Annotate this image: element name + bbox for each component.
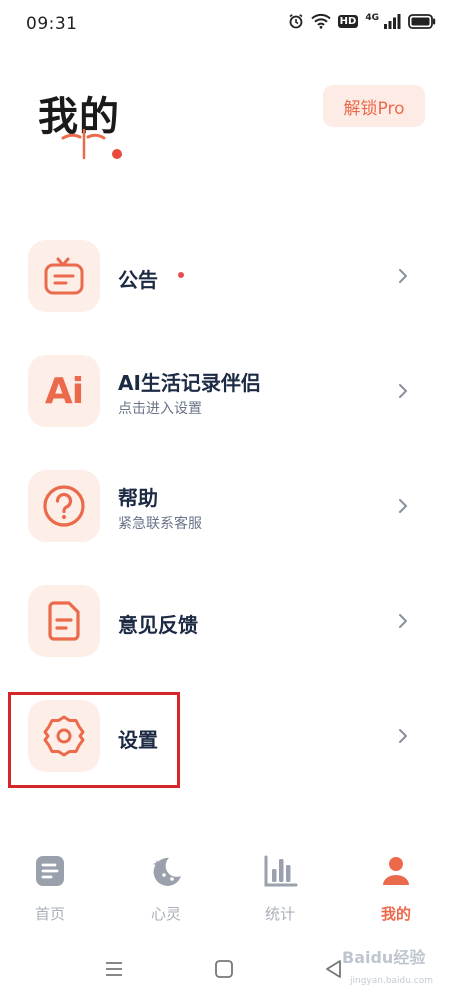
watermark-text: Baidu经验 — [342, 948, 426, 967]
moon-stars-icon — [150, 855, 182, 887]
menu-item-help[interactable]: 帮助 紧急联系客服 — [0, 462, 462, 552]
tab-label: 首页 — [34, 905, 65, 923]
menu-label: 意见反馈 — [118, 613, 198, 637]
status-time: 09:31 — [26, 14, 78, 34]
menu-label: AI生活记录伴侣 — [118, 371, 261, 395]
ai-icon-text: Ai — [44, 370, 84, 412]
tab-label: 心灵 — [150, 905, 181, 923]
battery-icon — [408, 13, 436, 29]
wifi-icon — [310, 13, 331, 29]
home-square-icon[interactable] — [214, 959, 234, 983]
watermark-subtext: jingyan.baidu.com — [350, 976, 434, 986]
ai-icon: Ai — [28, 355, 100, 427]
menu-item-announcement[interactable]: 公告 — [0, 232, 462, 322]
chevron-right-icon — [398, 498, 408, 518]
tab-statistics[interactable]: 统计 — [240, 845, 320, 925]
status-bar: 09:31 HD 4G — [0, 0, 462, 48]
unlock-pro-button[interactable]: 解锁Pro — [323, 85, 425, 127]
home-document-icon — [34, 855, 66, 887]
menu-label: 公告 — [118, 268, 158, 292]
chevron-right-icon — [398, 268, 408, 288]
chevron-right-icon — [398, 383, 408, 403]
cellular-signal-icon — [383, 13, 401, 29]
feedback-icon — [28, 585, 100, 657]
tab-mine[interactable]: 我的 — [356, 845, 436, 925]
title-decoration-icon — [60, 128, 130, 166]
tab-label: 我的 — [380, 905, 411, 923]
chevron-right-icon — [398, 613, 408, 633]
announcement-icon — [28, 240, 100, 312]
bottom-nav: 首页 心灵 统计 我的 — [0, 845, 462, 925]
back-triangle-icon[interactable] — [324, 959, 344, 983]
tab-label: 统计 — [264, 905, 295, 923]
chevron-right-icon — [398, 728, 408, 748]
menu-item-ai-companion[interactable]: Ai AI生活记录伴侣 点击进入设置 — [0, 347, 462, 437]
menu-lines-icon[interactable] — [104, 959, 124, 983]
bar-chart-icon — [264, 855, 298, 887]
menu-sublabel: 点击进入设置 — [118, 401, 202, 417]
tab-mind[interactable]: 心灵 — [126, 845, 206, 925]
network-type-label: 4G — [365, 13, 379, 23]
tab-home[interactable]: 首页 — [10, 845, 90, 925]
menu-label: 帮助 — [118, 486, 158, 510]
notification-dot — [178, 272, 184, 278]
menu-item-feedback[interactable]: 意见反馈 — [0, 577, 462, 667]
status-icons: HD 4G — [288, 13, 436, 29]
help-icon — [28, 470, 100, 542]
highlight-annotation-box — [8, 692, 180, 788]
menu-sublabel: 紧急联系客服 — [118, 516, 202, 532]
alarm-icon — [288, 13, 304, 29]
person-icon — [380, 855, 412, 887]
hd-badge: HD — [337, 14, 359, 28]
